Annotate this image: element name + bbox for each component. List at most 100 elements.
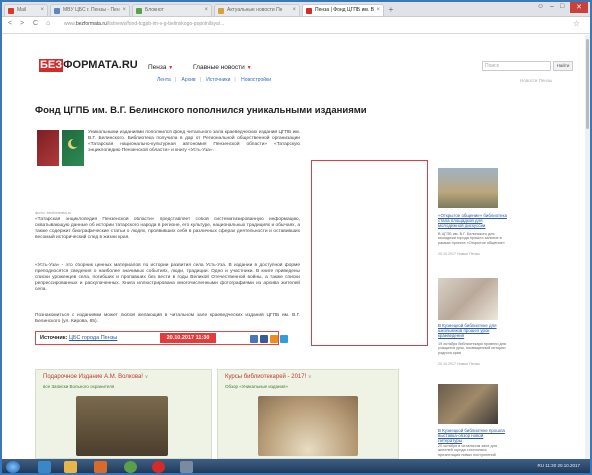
tab-label: MBУ ЦБС г. Пензы - Пен: [63, 7, 120, 13]
source-bar: Источник: ЦБС города Пензы 20.10.2017 11…: [35, 331, 279, 345]
library-icon: [54, 8, 60, 14]
media-icon[interactable]: [94, 461, 107, 473]
maximize-icon[interactable]: □: [560, 3, 564, 10]
tab-bar: Mail × MBУ ЦБС г. Пензы - Пен × Блокнот …: [2, 2, 590, 17]
widget-title: Подарочное Издание А.М. Волкова!: [43, 374, 143, 380]
sub-navigation: Лента | Архив | Источники | Новостройки: [157, 77, 272, 83]
facebook-share-icon[interactable]: [260, 335, 268, 343]
sidebar-news-title[interactable]: В Кузнецкой библиотеке прошла выставка-о…: [438, 428, 508, 444]
mail-share-icon[interactable]: [280, 335, 288, 343]
tab-label: Актуальные новости Пе: [227, 7, 283, 13]
crescent-icon: [68, 138, 80, 149]
subnav-buildings[interactable]: Новостройки: [241, 77, 271, 83]
bezformata-icon: [306, 8, 312, 14]
url-path: /listnews/fond-tcgpb-im-v-g-belinskogo-p…: [106, 21, 225, 27]
book-cover-image: [62, 130, 84, 166]
news-icon: [218, 8, 224, 14]
tab-label: Пенза | Фонд ЦГПБ им. В: [315, 7, 374, 13]
article-headline: Фонд ЦГПБ им. В.Г. Белинского пополнился…: [35, 105, 367, 116]
image-caption: фото: bezformata.ru: [35, 210, 72, 215]
tab-article[interactable]: Пенза | Фонд ЦГПБ им. В ×: [302, 4, 384, 16]
start-button[interactable]: [6, 461, 20, 473]
notepad-icon: [136, 8, 142, 14]
article-paragraph-1: Уникальными изданиями пополнился фонд чи…: [88, 130, 300, 153]
reload-icon[interactable]: C: [33, 20, 38, 27]
close-icon[interactable]: ×: [376, 5, 380, 16]
chevron-down-icon: ∨: [307, 374, 312, 380]
article-date: 20.10.2017 11:30: [160, 333, 216, 343]
sidebar-news-desc: 19 октября библиотекари провели для учащ…: [438, 342, 506, 355]
window-close-button[interactable]: ✕: [570, 2, 588, 13]
close-icon[interactable]: ×: [204, 5, 208, 16]
opera-icon[interactable]: [152, 461, 165, 473]
source-label: Источник:: [40, 335, 68, 341]
close-icon[interactable]: ×: [292, 5, 296, 16]
new-tab-button[interactable]: +: [386, 5, 396, 15]
tab-notepad[interactable]: Блокнот ×: [132, 4, 212, 16]
sidebar-news-date: 20.10.2017 Новые Пензы: [438, 252, 480, 256]
subnav-sources[interactable]: Источники: [206, 77, 230, 83]
sidebar-news-desc: В ЦГПБ им. В.Г. Белинского для молодежи …: [438, 232, 505, 245]
books-stack-image: [76, 396, 168, 456]
main-news-menu[interactable]: Главные новости ▼: [193, 64, 252, 71]
book-cover-image: [37, 130, 59, 166]
ie-icon[interactable]: [38, 461, 51, 473]
profile-icon[interactable]: ☺: [537, 3, 544, 10]
tab-label: Блокнот: [145, 7, 164, 13]
sidebar-thumbnail[interactable]: [438, 168, 498, 208]
browser-window: Mail × MBУ ЦБС г. Пензы - Пен × Блокнот …: [0, 0, 592, 475]
forward-icon[interactable]: >: [20, 20, 24, 27]
ad-placeholder[interactable]: [311, 160, 428, 346]
system-tray: RU 11:30 20.10.2017: [538, 463, 581, 468]
sidebar-news-title[interactable]: В Кузнецкой библиотеке для школьников пр…: [438, 323, 508, 339]
minimize-icon[interactable]: –: [550, 3, 554, 10]
sidebar-thumbnail[interactable]: [438, 384, 498, 424]
subnav-feed[interactable]: Лента: [157, 77, 171, 83]
taskbar: RU 11:30 20.10.2017: [2, 459, 590, 473]
tab-label: Mail: [17, 7, 27, 13]
subnav-archive[interactable]: Архив: [182, 77, 196, 83]
right-header-link[interactable]: Новости Пензы: [520, 78, 552, 83]
courses-widget[interactable]: Курсы библиотекарей - 2017! ∨ Обзор «Уни…: [217, 369, 399, 459]
scrollbar[interactable]: [585, 35, 590, 459]
back-icon[interactable]: <: [8, 20, 12, 27]
sidebar-news-desc: 20 октября в читальном зале для жителей …: [438, 444, 498, 457]
search-input[interactable]: Поиск: [482, 61, 551, 71]
clock-time[interactable]: 11:30: [545, 463, 556, 468]
scrollbar-thumb[interactable]: [586, 39, 589, 129]
url-field[interactable]: www.bezformata.ru/listnews/fond-tcgpb-im…: [64, 21, 224, 27]
widget-subtitle: Обзор «Уникальные издания»: [225, 384, 288, 389]
article-paragraph-2: «Татарская энциклопедия Пензенской облас…: [35, 217, 300, 240]
vk-share-icon[interactable]: [250, 335, 258, 343]
dropdown-arrow-icon: ▼: [246, 65, 252, 71]
widget-title: Курсы библиотекарей - 2017!: [225, 374, 307, 380]
odnoklassniki-share-icon[interactable]: [270, 335, 278, 343]
article-paragraph-4: Познакомиться с изданиями может любой же…: [35, 313, 300, 324]
tab-mail[interactable]: Mail ×: [4, 4, 48, 16]
tab-news[interactable]: Актуальные новости Пе ×: [214, 4, 300, 16]
site-logo[interactable]: БЕЗФОРМАТА.RU: [39, 59, 138, 72]
language-indicator[interactable]: RU: [538, 463, 545, 468]
clock-date[interactable]: 20.10.2017: [557, 463, 580, 468]
close-icon[interactable]: ×: [40, 5, 44, 16]
chevron-down-icon: ∨: [144, 374, 149, 380]
tab-library[interactable]: MBУ ЦБС г. Пензы - Пен ×: [50, 4, 130, 16]
promo-widget[interactable]: Подарочное Издание А.М. Волкова! ∨ все З…: [35, 369, 212, 459]
bookshelf-image: [258, 396, 358, 456]
source-link[interactable]: ЦБС города Пензы: [69, 335, 117, 341]
folder-icon[interactable]: [64, 461, 77, 473]
sidebar-thumbnail[interactable]: [438, 278, 498, 320]
sidebar-news-title[interactable]: «Открытое общение» библиотека стала площ…: [438, 213, 508, 229]
dropdown-arrow-icon: ▼: [168, 65, 174, 71]
bookmark-star-icon[interactable]: ☆: [573, 19, 580, 28]
close-icon[interactable]: ×: [122, 5, 126, 16]
app-icon[interactable]: [180, 461, 193, 473]
chrome-icon[interactable]: [124, 461, 137, 473]
sidebar-news-date: 20.10.2017 Новые Пензы: [438, 362, 480, 366]
home-icon[interactable]: ⌂: [46, 20, 50, 27]
url-domain: bezformata.ru: [75, 21, 107, 27]
address-bar: < > C ⌂ www.bezformata.ru/listnews/fond-…: [2, 17, 590, 34]
city-menu[interactable]: Пенза ▼: [148, 64, 173, 71]
search-button[interactable]: Найти: [553, 61, 573, 71]
article-paragraph-3: «Усть-Уза» - это сборник ценных материал…: [35, 263, 300, 292]
